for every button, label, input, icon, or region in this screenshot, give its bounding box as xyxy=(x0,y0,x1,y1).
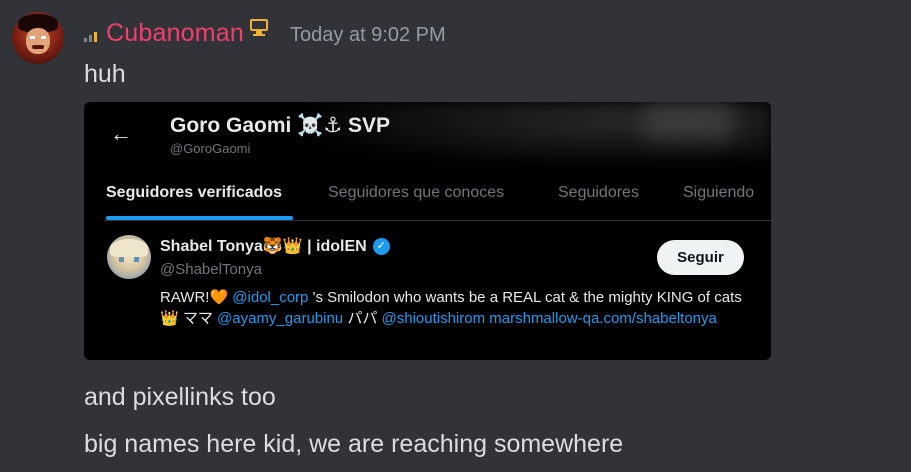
back-arrow-icon: ← xyxy=(110,121,132,146)
follower-name: Shabel Tonya🐯👑 | idolEN ✓ xyxy=(160,236,390,256)
tab-verified-followers: Seguidores verificados xyxy=(106,184,283,201)
bio-link: marshmallow-qa.com/shabeltonya xyxy=(489,310,717,327)
follower-handle: @ShabelTonya xyxy=(160,261,262,278)
verified-badge-icon: ✓ xyxy=(372,237,390,255)
profile-handle: @GoroGaomi xyxy=(170,141,251,156)
follower-avatar xyxy=(107,235,151,279)
message-text: huh xyxy=(84,60,126,88)
avatar-mouth xyxy=(32,45,44,49)
bio-mention: @idol_corp xyxy=(232,289,309,306)
message-text: big names here kid, we are reaching some… xyxy=(84,430,624,458)
bio-mention: @ayamy_garubinu xyxy=(217,310,344,327)
message-text: and pixellinks too xyxy=(84,383,276,411)
follow-button: Seguir xyxy=(657,240,744,275)
blurred-banner xyxy=(644,104,734,139)
follower-bio: RAWR!🧡 @idol_corp 's Smilodon who wants … xyxy=(160,287,750,329)
tab-followers: Seguidores xyxy=(558,184,639,201)
bio-mention: @shioutishirom xyxy=(381,310,486,327)
avatar-face xyxy=(26,28,50,54)
divider xyxy=(104,220,771,221)
signal-icon xyxy=(84,28,97,42)
image-embed[interactable]: ← Goro Gaomi ☠️⚓ SVP @GoroGaomi Seguidor… xyxy=(84,102,771,360)
bio-text: パパ xyxy=(343,310,382,327)
tab-following: Siguiendo xyxy=(683,184,755,201)
message-header: Cubanoman Today at 9:02 PM xyxy=(84,15,446,51)
tab-followers-you-know: Seguidores que conoces xyxy=(328,184,505,201)
follower-name-text: Shabel Tonya🐯👑 | idolEN xyxy=(160,238,367,255)
message-timestamp: Today at 9:02 PM xyxy=(290,23,446,46)
avatar-eye xyxy=(41,36,46,39)
bio-text: RAWR!🧡 xyxy=(160,289,233,306)
profile-name: Goro Gaomi ☠️⚓ SVP xyxy=(170,114,391,137)
avatar-eye xyxy=(30,36,35,39)
username[interactable]: Cubanoman xyxy=(106,19,244,48)
user-avatar[interactable] xyxy=(12,12,64,64)
monitor-icon xyxy=(249,18,269,38)
